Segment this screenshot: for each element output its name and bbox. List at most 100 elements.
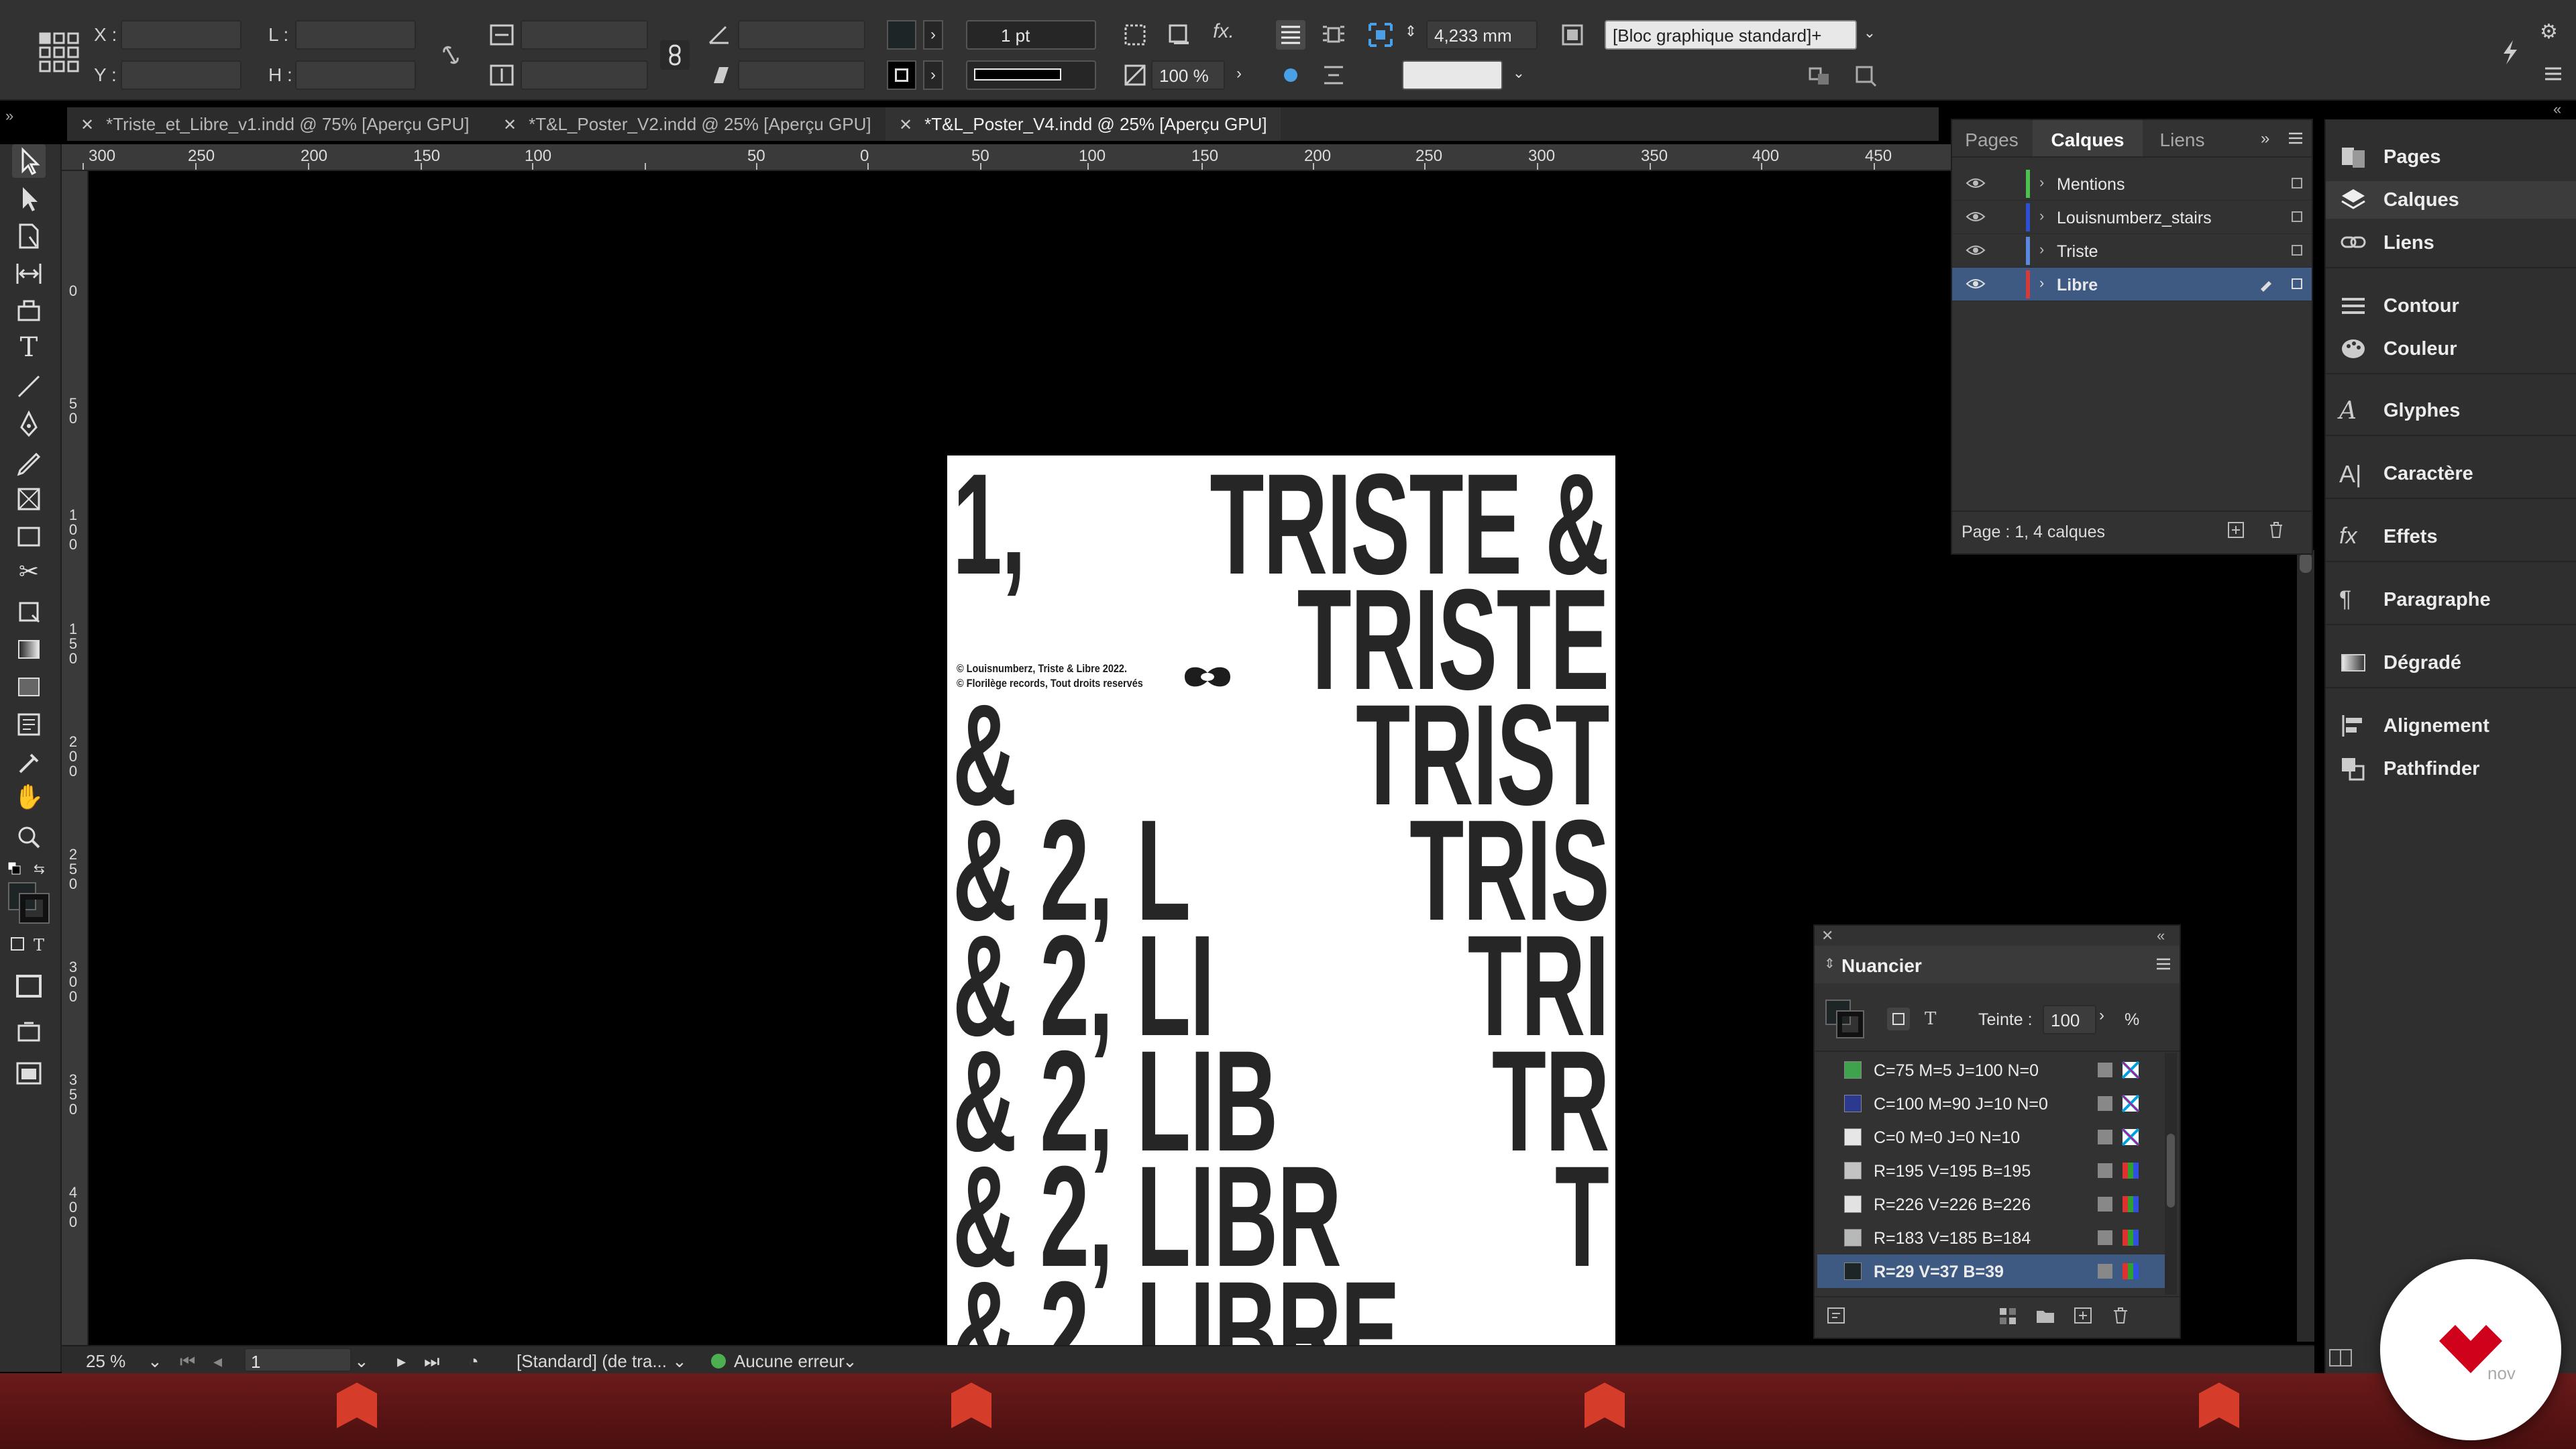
dock-item-glyphs[interactable]: A Glyphes [2326,392,2576,429]
lightning-icon[interactable] [2496,38,2525,67]
object-style-icon[interactable] [1558,20,1587,50]
stroke-type-dropdown[interactable] [966,60,1096,90]
chevron-right-icon[interactable]: › [2039,274,2044,292]
new-layer-icon[interactable] [2226,520,2246,540]
new-group-folder-icon[interactable] [2035,1305,2056,1326]
dock-item-align[interactable]: Alignement [2326,707,2576,745]
delete-layer-icon[interactable] [2266,520,2286,540]
dock-layout-icon[interactable] [2328,1348,2353,1367]
note-tool-icon[interactable] [12,708,46,741]
pen-tool-icon[interactable] [12,407,46,441]
swatch-row[interactable]: C=75 M=5 J=100 N=0 [1817,1053,2165,1087]
fill-swatch[interactable] [887,20,916,50]
formatting-container-icon[interactable] [9,936,25,952]
swatch-row[interactable]: R=29 V=37 B=39 [1817,1254,2165,1288]
object-style-chevron-icon[interactable]: ⌄ [1858,20,1881,50]
scale-x-icon[interactable] [487,20,517,50]
error-status[interactable]: Aucune erreur [734,1351,845,1372]
swap-colors-icon[interactable]: ⇆ [34,861,50,877]
dock-item-layers[interactable]: Calques [2326,181,2576,219]
dock-item-gradient[interactable]: Dégradé [2326,644,2576,682]
next-page-icon[interactable]: ▸ [397,1351,406,1372]
poster-line-left[interactable]: 1, [953,455,1026,596]
reference-point-icon[interactable] [39,32,79,72]
last-page-icon[interactable]: ⏭ [424,1351,439,1373]
panel-expand-icon[interactable]: » [2261,129,2269,148]
dock-item-pathfinder[interactable]: Pathfinder [2326,750,2576,788]
rotate-angle-field[interactable] [738,20,865,50]
page-chevron-down-icon[interactable]: ⌄ [354,1351,369,1372]
stroke-arrow-icon[interactable]: › [923,60,943,90]
poster-page[interactable]: 1, TRISTE & TRISTE © Louisnumberz, Trist… [947,455,1615,1400]
new-swatch-icon[interactable] [2072,1305,2094,1326]
zoom-chevron-down-icon[interactable]: ⌄ [148,1351,162,1372]
effects-fx-icon[interactable]: fx. [1209,20,1238,50]
fill-arrow-icon[interactable]: › [923,20,943,50]
page-number-field[interactable]: 1 [244,1348,352,1372]
x-field[interactable] [121,20,241,50]
eye-icon[interactable] [1966,210,1986,223]
shear-angle-field[interactable] [738,60,865,90]
swatch-row[interactable]: R=183 V=185 B=184 [1817,1221,2165,1254]
show-swatches-icon[interactable] [1825,1305,1847,1326]
scale-y-field[interactable] [521,60,648,90]
fill-stroke-swatch[interactable] [8,882,51,925]
layer-row-triste[interactable]: › Triste [1952,234,2312,268]
formatting-text-icon[interactable]: T [1925,1009,1936,1029]
scale-y-icon[interactable] [487,60,517,90]
tab-tl-poster-v2[interactable]: ✕ *T&L_Poster_V2.indd @ 25% [Aperçu GPU] [490,107,885,141]
opacity-icon[interactable] [1120,60,1150,90]
swatch-options-icon[interactable] [1997,1305,2019,1326]
rotate-angle-icon[interactable] [704,20,734,50]
errors-chevron-down-icon[interactable]: ⌄ [843,1351,857,1372]
dock-item-stroke[interactable]: Contour [2326,287,2576,325]
panel-menu-icon[interactable] [2154,955,2173,973]
delete-swatch-icon[interactable] [2110,1305,2131,1326]
dock-item-color[interactable]: Couleur [2326,330,2576,368]
dock-item-effects[interactable]: fx Effets [2326,518,2576,555]
swatch-row[interactable]: R=195 V=195 B=195 [1817,1154,2165,1187]
swatch-scrollbar[interactable] [2165,1053,2177,1295]
collapse-icon[interactable]: « [2157,927,2165,945]
direct-selection-tool-icon[interactable] [12,182,46,215]
layer-row-libre[interactable]: › Libre [1952,268,2312,301]
dock-item-links[interactable]: Liens [2326,224,2576,262]
shear-angle-icon[interactable] [704,60,734,90]
constrain-proportions-icon[interactable] [436,40,466,70]
chevron-right-icon[interactable]: › [2039,174,2044,191]
rectangle-frame-tool-icon[interactable] [12,482,46,516]
tab-close-icon[interactable]: ✕ [503,116,517,134]
view-mode-icon[interactable] [12,1016,46,1050]
tab-triste-et-libre-v1[interactable]: ✕ *Triste_et_Libre_v1.indd @ 75% [Aperçu … [67,107,482,141]
page-tool-icon[interactable] [12,219,46,253]
link-icon[interactable] [660,40,690,70]
dimension-arrow-icon[interactable]: ⇕ [1401,20,1421,50]
scissors-tool-icon[interactable]: ✂ [12,557,46,591]
dimension-field[interactable]: 4,233 mm [1426,20,1538,50]
auto-fit-icon[interactable] [1366,20,1395,50]
tab-close-icon[interactable]: ✕ [899,116,912,134]
tab-links[interactable]: Liens [2144,120,2220,156]
style-override-icon[interactable] [1851,60,1881,90]
free-transform-tool-icon[interactable] [12,595,46,629]
tab-layers[interactable]: Calques [2033,120,2143,156]
stroke-swatch[interactable] [887,60,916,90]
w-field[interactable] [295,20,416,50]
h-field[interactable] [295,60,416,90]
swatch-row[interactable]: R=226 V=226 B=226 [1817,1187,2165,1221]
layer-row-mentions[interactable]: › Mentions [1952,167,2312,201]
opacity-field[interactable]: 100 % [1151,60,1225,90]
y-field[interactable] [121,60,241,90]
shadow-icon[interactable] [1165,20,1194,50]
tint-field[interactable]: 100 [2043,1005,2096,1034]
poster-credit-line[interactable]: © Louisnumberz, Triste & Libre 2022. [957,662,1127,676]
hand-tool-icon[interactable]: ✋ [12,783,46,816]
canvas-scrollbar[interactable] [2297,550,2314,1342]
rectangle-tool-icon[interactable] [12,520,46,553]
apply-color-icon[interactable] [12,969,46,1003]
text-wrap-none-icon[interactable] [1276,20,1305,50]
tab-tl-poster-v4[interactable]: ✕ *T&L_Poster_V4.indd @ 25% [Aperçu GPU] [885,107,1281,141]
tab-close-icon[interactable]: ✕ [80,116,94,134]
close-icon[interactable]: ✕ [1821,927,1833,945]
dock-item-paragraph[interactable]: ¶ Paragraphe [2326,581,2576,619]
